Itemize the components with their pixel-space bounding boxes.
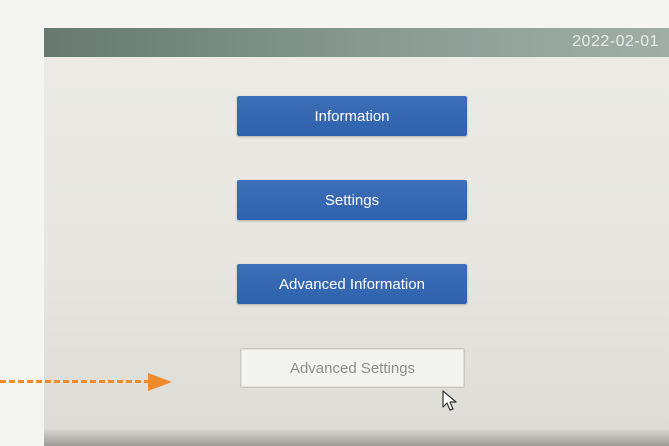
date-label: 2022-02-01 <box>572 33 659 50</box>
settings-button[interactable]: Settings <box>237 180 467 220</box>
arrow-head-icon <box>148 373 172 391</box>
device-screen: 2022-02-01 Information Settings Advanced… <box>44 28 669 446</box>
photo-frame: 2022-02-01 Information Settings Advanced… <box>0 0 669 446</box>
title-bar: 2022-02-01 <box>44 28 669 57</box>
dashed-arrow-icon <box>0 380 150 383</box>
information-button[interactable]: Information <box>237 96 467 136</box>
advanced-information-button[interactable]: Advanced Information <box>237 264 467 304</box>
advanced-settings-button[interactable]: Advanced Settings <box>240 348 465 388</box>
mouse-pointer-icon <box>442 390 457 411</box>
bottom-shadow <box>44 428 669 446</box>
